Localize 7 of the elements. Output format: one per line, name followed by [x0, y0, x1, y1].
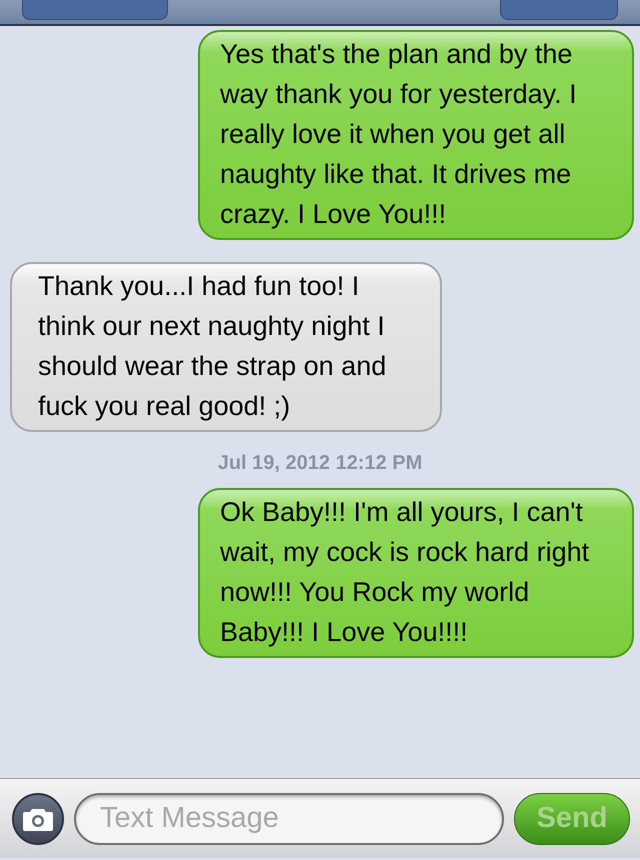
timestamp: Jul 19, 2012 12:12 PM: [216, 451, 424, 476]
message-bubble: Yes that's the plan and by the way thank you for yesterday. I really love it when you get all naughty like that. It drives me crazy. I Love You!!!: [198, 30, 634, 240]
message-bubble: Thank you...I had fun too! I think our next naughty night I should wear the strap on and fuck you real good! ;): [10, 262, 442, 432]
message-input-field[interactable]: Text Message: [74, 792, 504, 844]
message-bubble: Ok Baby!!! I'm all yours, I can't wait, my cock is rock hard right now!!! You Rock my world Baby!!! I Love You!!!!: [198, 488, 634, 658]
camera-icon: [23, 806, 53, 830]
camera-button[interactable]: [12, 792, 64, 844]
